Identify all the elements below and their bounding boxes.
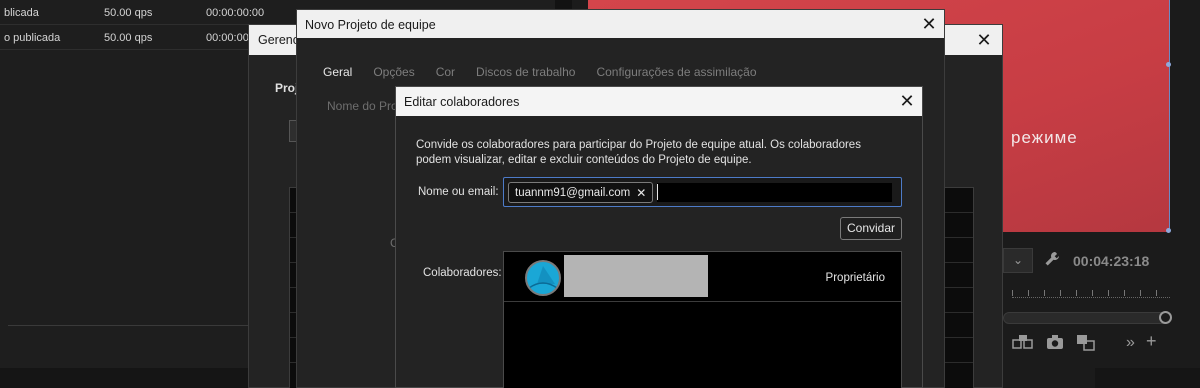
preview-caption: режиме: [1011, 128, 1078, 147]
wrench-icon[interactable]: [1044, 251, 1060, 271]
sequence-time: 00:00:00:00: [206, 7, 265, 19]
export-frame-icon[interactable]: [1076, 334, 1096, 355]
close-icon[interactable]: ✕: [896, 90, 918, 112]
email-text-entry[interactable]: [657, 183, 892, 202]
forward-icon[interactable]: »: [1126, 334, 1135, 352]
collaborator-role: Proprietário: [825, 272, 885, 284]
close-icon[interactable]: ✕: [973, 29, 995, 51]
divider: [8, 325, 248, 326]
invite-button[interactable]: Convidar: [840, 217, 902, 240]
zoom-scrollbar[interactable]: [1003, 311, 1172, 324]
edit-collaborators-dialog: Editar colaboradores ✕ Convide os colabo…: [395, 86, 923, 388]
panel-footer: [1095, 368, 1200, 388]
tab-opcoes[interactable]: Opções: [373, 65, 414, 79]
chip-email-text: tuannm91@gmail.com: [515, 186, 631, 199]
dialog-title[interactable]: Novo Projeto de equipe: [297, 10, 944, 38]
dialog-description: Convide os colaboradores para participar…: [416, 139, 861, 166]
collaborators-list[interactable]: Proprietário: [503, 251, 902, 388]
playhead-timecode[interactable]: 00:04:23:18: [1073, 253, 1149, 269]
sequence-rate: 50.00 qps: [104, 32, 153, 44]
panel-footer: [0, 368, 248, 388]
close-icon[interactable]: ✕: [918, 13, 940, 35]
list-item[interactable]: Proprietário: [504, 252, 901, 302]
sequence-rate: 50.00 qps: [104, 7, 153, 19]
email-field[interactable]: tuannm91@gmail.com ✕: [503, 177, 902, 207]
transform-handle[interactable]: [1166, 62, 1171, 67]
tab-discos[interactable]: Discos de trabalho: [476, 65, 575, 79]
transform-handle[interactable]: [1166, 228, 1171, 233]
sequence-name: blicada: [4, 7, 39, 19]
sequence-time: 00:00:00: [206, 32, 249, 44]
remove-chip-icon[interactable]: ✕: [636, 186, 646, 200]
camera-icon[interactable]: [1046, 334, 1064, 353]
tab-configuracoes[interactable]: Configurações de assimilação: [596, 65, 756, 79]
chevron-down-icon: ⌄: [1012, 253, 1024, 267]
email-label: Nome ou email:: [418, 186, 499, 198]
timeline-ruler[interactable]: [1012, 290, 1170, 298]
tab-geral[interactable]: Geral: [323, 65, 352, 79]
tab-bar: Geral Opções Cor Discos de trabalho Conf…: [323, 65, 757, 79]
scrollbar-handle[interactable]: [1159, 311, 1172, 324]
collaborators-label: Colaboradores:: [423, 267, 502, 279]
tab-cor[interactable]: Cor: [436, 65, 455, 79]
text-caret: [657, 184, 658, 200]
email-chip[interactable]: tuannm91@gmail.com ✕: [508, 182, 654, 203]
fit-dropdown[interactable]: ⌄: [1003, 248, 1033, 273]
add-icon[interactable]: +: [1146, 331, 1157, 352]
dialog-title[interactable]: Editar colaboradores: [396, 87, 922, 116]
redacted-name: [564, 255, 708, 297]
button-editor-icon[interactable]: [1012, 334, 1034, 353]
sequence-name: o publicada: [4, 32, 61, 44]
avatar-icon: [525, 260, 561, 296]
